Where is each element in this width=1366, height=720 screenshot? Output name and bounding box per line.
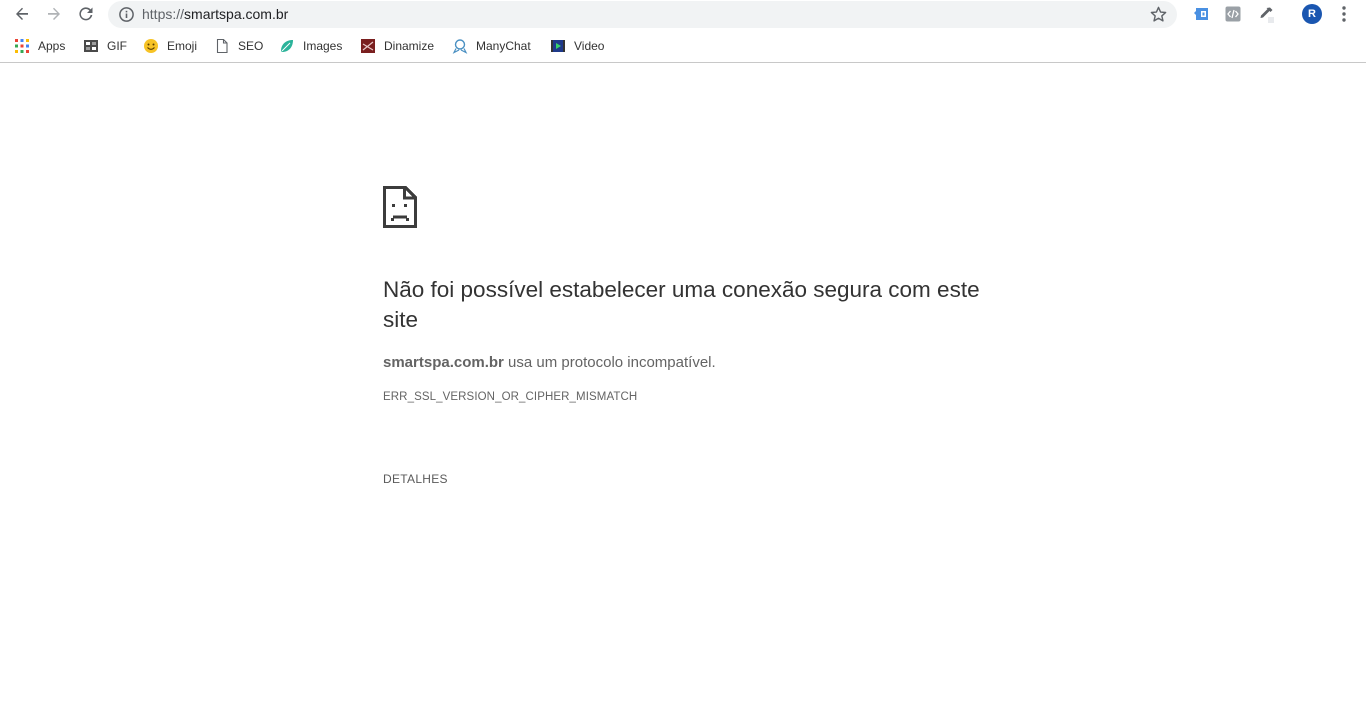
bookmark-dinamize[interactable]: Dinamize xyxy=(360,37,434,55)
arrow-right-icon xyxy=(48,7,60,20)
address-bar[interactable]: https://smartspa.com.br xyxy=(108,1,1177,28)
bookmark-label: Apps xyxy=(38,39,66,53)
url-text[interactable]: https://smartspa.com.br xyxy=(142,6,288,23)
extension-eyedropper-icon[interactable] xyxy=(1257,5,1275,23)
error-code: ERR_SSL_VERSION_OR_CIPHER_MISMATCH xyxy=(383,391,638,403)
error-summary: smartspa.com.br usa um protocolo incompa… xyxy=(383,353,716,373)
bookmark-label: Video xyxy=(574,39,605,53)
bookmark-label: ManyChat xyxy=(476,39,531,53)
bookmark-star-icon[interactable] xyxy=(1149,5,1168,24)
bookmark-manychat[interactable]: ManyChat xyxy=(452,37,531,55)
error-heading: Não foi possível estabelecer uma conexão… xyxy=(383,277,980,332)
sad-page-icon xyxy=(383,186,417,228)
manychat-icon xyxy=(452,39,468,54)
video-icon xyxy=(551,40,565,52)
bookmark-seo[interactable]: SEO xyxy=(214,37,263,55)
extension-translate-icon[interactable] xyxy=(1193,5,1211,23)
bookmark-label: SEO xyxy=(238,39,264,53)
reload-icon xyxy=(79,7,93,21)
error-host: smartspa.com.br xyxy=(383,354,504,371)
bookmark-images[interactable]: Images xyxy=(279,37,342,55)
forward-button[interactable] xyxy=(43,3,65,25)
bookmark-apps[interactable]: Apps xyxy=(14,37,65,55)
extension-code-icon[interactable] xyxy=(1224,5,1242,23)
browser-toolbar: https://smartspa.com.br R xyxy=(0,0,1366,29)
info-icon[interactable] xyxy=(118,6,135,23)
apps-grid-icon xyxy=(15,39,29,53)
bookmark-label: Emoji xyxy=(167,39,198,53)
arrow-left-icon xyxy=(16,7,28,20)
page-icon xyxy=(216,38,228,54)
images-leaf-icon xyxy=(281,40,293,52)
url-host: smartspa.com.br xyxy=(184,6,289,22)
bookmark-label: GIF xyxy=(107,39,127,53)
back-button[interactable] xyxy=(11,3,33,25)
emoji-icon xyxy=(144,39,158,53)
bookmark-gif[interactable]: GIF xyxy=(83,37,127,55)
bookmark-emoji[interactable]: Emoji xyxy=(143,37,197,55)
profile-avatar[interactable]: R xyxy=(1302,4,1322,24)
bookmark-label: Dinamize xyxy=(384,39,435,53)
dinamize-icon xyxy=(361,39,375,53)
bookmark-video[interactable]: Video xyxy=(550,37,604,55)
reload-button[interactable] xyxy=(75,3,97,25)
menu-dots-icon[interactable] xyxy=(1336,4,1352,24)
gif-icon xyxy=(84,40,98,52)
details-button[interactable]: DETALHES xyxy=(383,471,448,487)
error-summary-text: usa um protocolo incompatível. xyxy=(503,354,716,371)
bookmark-label: Images xyxy=(303,39,343,53)
bookmarks-bar: Apps GIF Emoji SEO Images Dinamize ManyC… xyxy=(0,31,1366,63)
url-scheme: https:// xyxy=(142,6,185,22)
